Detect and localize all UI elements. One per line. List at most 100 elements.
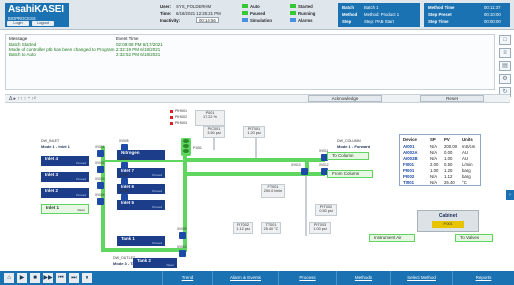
inlet-name: DW_INLET xyxy=(41,139,60,143)
valve-xv002[interactable] xyxy=(97,166,104,173)
alarm-pih001-label: PIH001 xyxy=(175,109,187,113)
valve-xv009-label: XV009 xyxy=(177,227,187,231)
inlet-3-label: Inlet 3 xyxy=(45,172,59,177)
gauge-pic001[interactable]: PIC001 3.50 psi xyxy=(203,126,225,138)
th-device: Device xyxy=(403,137,417,142)
status-auto-indicator xyxy=(242,4,248,8)
valve-xv004[interactable] xyxy=(97,198,104,205)
valve-xv007[interactable] xyxy=(121,178,128,185)
row-ti001-sp: N/A xyxy=(430,180,438,185)
fast-forward-icon[interactable]: ▶▶ xyxy=(43,273,53,283)
to-column-arrow[interactable]: To Column xyxy=(327,152,369,160)
gauge-p001[interactable]: P001 17.22 % xyxy=(195,110,225,126)
inlet-2-block[interactable]: Inlet 2 Closed xyxy=(41,188,89,198)
valve-xv007-label: XV007 xyxy=(119,173,129,177)
step-value: Step: PAB Start xyxy=(364,19,394,24)
status-started-indicator xyxy=(290,4,296,8)
home-icon[interactable]: ⌂ xyxy=(4,273,14,283)
row-ai002a-pv: 0.00 xyxy=(444,150,453,155)
alarm-pih003-icon xyxy=(170,122,173,125)
inlet-4-block[interactable]: Inlet 4 Closed xyxy=(41,156,89,166)
valve-xv013[interactable] xyxy=(301,168,308,175)
bottom-nav: ⌂ ▶ ■ ▶▶ ⏮ ⏭ ⏸ Trend Alarm & Events Proc… xyxy=(0,271,514,285)
message-toolbar-icons[interactable]: Δ ▸ ↑↑ ↑ ⁺ ↑² xyxy=(9,96,36,102)
valve-xv008[interactable] xyxy=(121,194,128,201)
nav-trend[interactable]: Trend xyxy=(162,271,212,285)
pipe-to-column xyxy=(185,158,325,162)
reset-button[interactable]: Reset xyxy=(420,95,484,102)
cabinet-panel[interactable]: Cabinet P.001 xyxy=(417,210,479,232)
inlet-4-label: Inlet 4 xyxy=(45,156,59,161)
nav-alarm-events[interactable]: Alarm & Events xyxy=(212,271,278,285)
event-time-column-header[interactable]: Event Time xyxy=(116,36,139,41)
tank-2-block[interactable]: Tank 2 Open xyxy=(133,258,177,268)
valve-xv010[interactable] xyxy=(179,250,186,257)
valve-xv009[interactable] xyxy=(179,232,186,239)
inlet-3-status: Closed xyxy=(75,177,86,181)
inlet-1-block[interactable]: Inlet 1 Open xyxy=(41,204,89,214)
logout-button[interactable]: Logout xyxy=(32,21,54,26)
skip-forward-icon[interactable]: ⏭ xyxy=(69,273,79,283)
valve-xv010-label: XV010 xyxy=(177,245,187,249)
pump-icon[interactable] xyxy=(181,138,191,156)
step-time-label: Step Time xyxy=(428,19,449,24)
nav-reports[interactable]: Reports xyxy=(452,271,514,285)
gauge-fit002[interactable]: FIT002 1.12 psi xyxy=(233,222,253,234)
row-fi001-pv: 0.50 xyxy=(444,162,453,167)
valve-xv005-label: XV005 xyxy=(119,139,129,143)
message-column-header[interactable]: Message xyxy=(9,36,27,41)
inlet-1-status: Open xyxy=(77,208,85,212)
batch-value: Batch 1 xyxy=(364,5,379,10)
nav-select-method[interactable]: Select Method xyxy=(390,271,452,285)
inlet-5-block[interactable]: Inlet 5 Closed xyxy=(117,200,165,210)
valve-xv001[interactable] xyxy=(97,150,104,157)
inactivity-label: Inactivity: xyxy=(160,18,181,23)
inlet-3-block[interactable]: Inlet 3 Closed xyxy=(41,172,89,182)
time-panel: Method Time 00:11:37 Step Preset 00:10:0… xyxy=(424,3,510,27)
gauge-pit003[interactable]: PIT003 1.00 psi xyxy=(309,222,331,234)
to-valves-arrow[interactable]: To Valves xyxy=(455,234,493,242)
message-log[interactable]: Message Event Time Batch Started 02:09:0… xyxy=(5,34,495,90)
alarm-pih002-label: PIH002 xyxy=(175,115,187,119)
inlet-5-status: Closed xyxy=(151,205,162,209)
pipe-gray-3 xyxy=(305,176,307,236)
gauge-tt001[interactable]: TT001 25.40 °C xyxy=(261,222,281,234)
top-header: AsahiKASEI BIOPROCESS Login Logout User:… xyxy=(0,0,514,30)
gauge-pit001[interactable]: PIT001 1.20 psi xyxy=(243,126,265,138)
status-paused-indicator xyxy=(242,11,248,15)
pause-icon[interactable]: ⏸ xyxy=(82,273,92,283)
valve-xv003[interactable] xyxy=(97,182,104,189)
gauge-ft001[interactable]: FT001 200.0 l/min xyxy=(261,184,285,198)
from-column-arrow[interactable]: From Column xyxy=(327,170,373,178)
panel-expand-icon[interactable]: › xyxy=(506,190,514,200)
time-label: Time: xyxy=(160,11,172,16)
method-time-value: 00:11:37 xyxy=(484,5,501,10)
acknowledge-button[interactable]: Acknowledge xyxy=(308,95,382,102)
tank-1-block[interactable]: Tank 1 Closed xyxy=(117,236,165,246)
stop-icon[interactable]: ■ xyxy=(30,273,40,283)
valve-xv006[interactable] xyxy=(121,162,128,169)
settings-icon[interactable]: ⚙ xyxy=(499,74,511,84)
clipboard-icon[interactable]: □ xyxy=(499,35,511,45)
login-button[interactable]: Login xyxy=(7,21,29,26)
to-valves-label: To Valves xyxy=(460,235,480,240)
inlet-2-status: Closed xyxy=(75,193,86,197)
tank-2-status: Open xyxy=(166,263,174,267)
nav-methods[interactable]: Methods xyxy=(336,271,390,285)
instrument-air-arrow[interactable]: Instrument Air xyxy=(369,234,415,242)
row-ai001-units: mS/cm xyxy=(462,144,476,149)
gauge-pit002[interactable]: PIT002 0.50 psi xyxy=(315,204,337,216)
print-icon[interactable]: ▤ xyxy=(499,61,511,71)
message-row-3[interactable]: Batch to Auto xyxy=(9,52,36,57)
play-icon[interactable]: ▶ xyxy=(17,273,27,283)
nav-process[interactable]: Process xyxy=(278,271,336,285)
row-pi001-device: PI001 xyxy=(403,168,415,173)
row-ai002a-units: AU xyxy=(462,150,468,155)
status-paused-label: Paused xyxy=(250,11,266,16)
filter-icon[interactable]: ≡ xyxy=(499,48,511,58)
row-ai001-sp: N/A xyxy=(430,144,438,149)
row-ai001-pv: 200.00 xyxy=(444,144,458,149)
row-pi001-pv: 1.20 xyxy=(444,168,453,173)
valve-xv005[interactable] xyxy=(121,144,128,151)
skip-back-icon[interactable]: ⏮ xyxy=(56,273,66,283)
